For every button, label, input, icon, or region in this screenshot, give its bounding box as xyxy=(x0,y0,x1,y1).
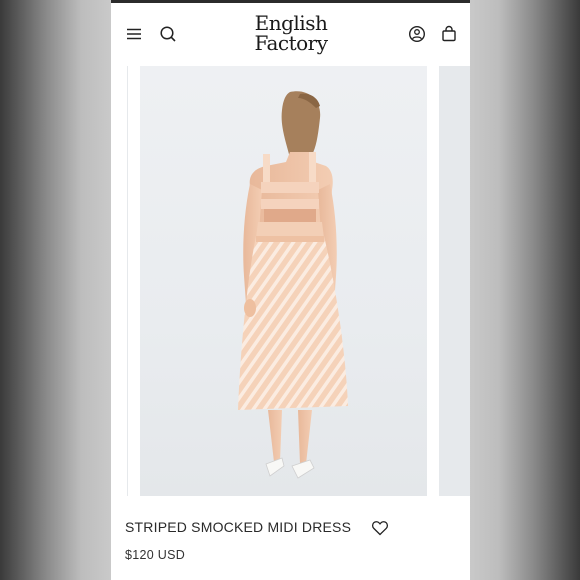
brand-line-1: English xyxy=(254,11,328,35)
hamburger-menu-icon[interactable] xyxy=(124,24,144,44)
search-icon[interactable] xyxy=(158,24,178,44)
account-icon[interactable] xyxy=(407,24,427,44)
product-price: $120 USD xyxy=(125,548,186,562)
shopping-bag-icon[interactable] xyxy=(439,24,459,44)
brand-logo[interactable]: English Factory xyxy=(231,13,351,53)
product-image-carousel[interactable] xyxy=(111,66,470,496)
brand-line-2: Factory xyxy=(254,31,328,55)
next-image-peek[interactable] xyxy=(439,66,470,496)
previous-image-peek[interactable] xyxy=(111,66,128,496)
dress-illustration xyxy=(238,91,348,479)
mobile-page: English Factory STRIPED SMOCKED MIDI DRE… xyxy=(111,0,470,580)
site-header: English Factory xyxy=(111,3,470,65)
product-title: STRIPED SMOCKED MIDI DRESS xyxy=(125,519,352,535)
product-main-image[interactable] xyxy=(140,66,427,496)
heart-icon[interactable] xyxy=(371,519,389,537)
